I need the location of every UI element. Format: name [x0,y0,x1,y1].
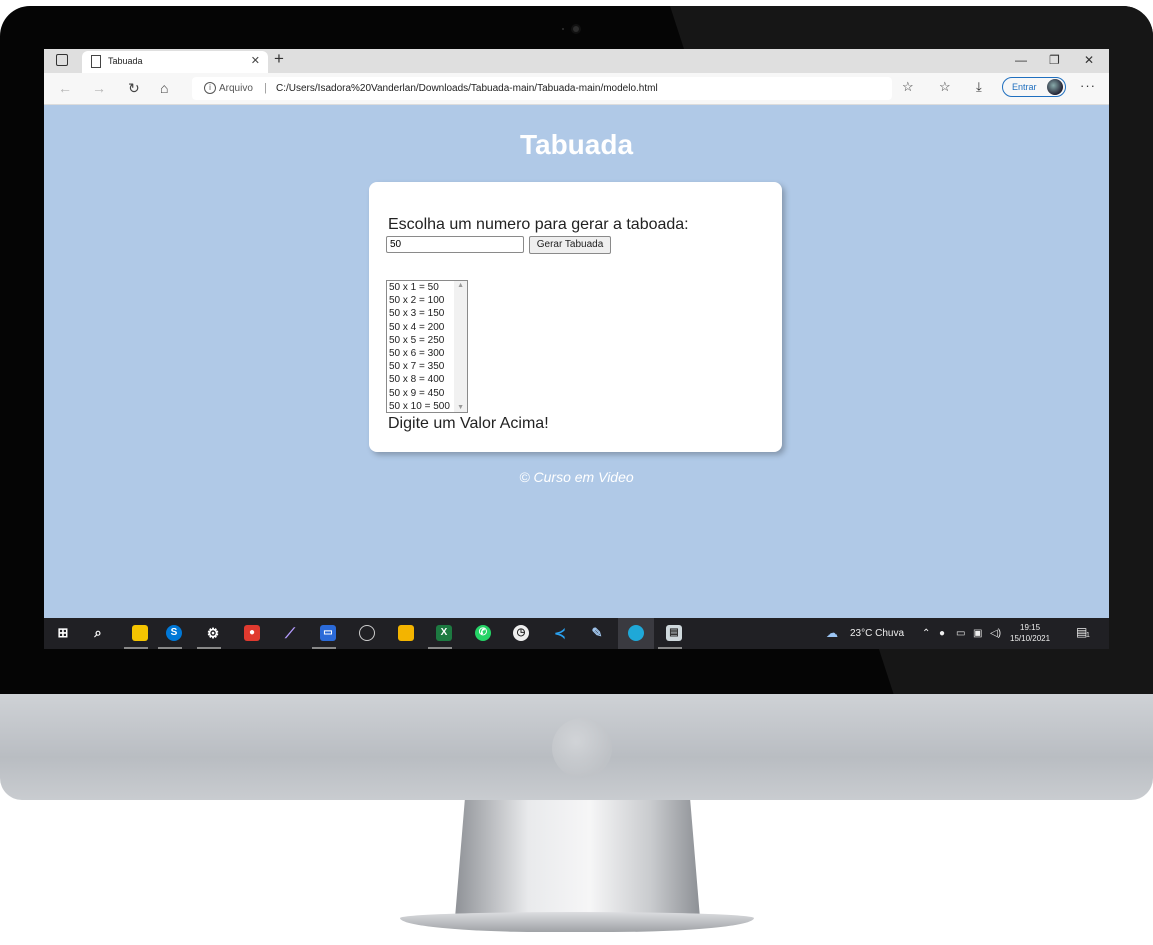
notepad-icon[interactable]: ✎ [589,625,605,641]
more-options-icon[interactable]: ··· [1080,78,1096,93]
clock-app-icon[interactable]: ◷ [513,625,529,641]
microphone-icon[interactable]: ● [939,628,945,639]
vscode-icon[interactable]: ≺ [552,625,568,641]
refresh-icon[interactable]: ↻ [128,80,140,97]
browser-tab[interactable]: Tabuada ✕ [82,51,268,73]
content-card: Escolha um numero para gerar a taboada: … [369,182,782,452]
running-indicator [158,647,182,649]
clock-time: 19:15 [1020,623,1041,632]
volume-icon[interactable]: ◁) [990,628,1001,639]
whatsapp-icon[interactable]: ✆ [475,625,491,641]
tab-title: Tabuada [108,56,143,66]
info-icon[interactable]: i [204,82,216,94]
generate-button[interactable]: Gerar Tabuada [529,236,611,254]
tab-close-icon[interactable]: ✕ [251,54,260,67]
monitor-stand [455,800,700,918]
file-explorer-icon[interactable] [398,625,414,641]
page-footer: © Curso em Video [519,469,634,485]
tab-actions-icon[interactable] [56,54,68,66]
settings-icon[interactable]: ⚙ [205,625,221,641]
tray-chevron-icon[interactable]: ⌃ [922,628,930,639]
weather-text[interactable]: 23°C Chuva [850,628,904,639]
running-indicator [312,647,336,649]
desktop-app-icon[interactable]: ▤ [666,625,682,641]
address-separator: | [264,82,267,94]
page-icon [91,55,101,68]
running-indicator [428,647,452,649]
status-message: Digite um Valor Acima! [388,415,549,432]
signin-button[interactable]: Entrar [1002,77,1066,97]
battery-icon[interactable]: ▭ [956,628,965,639]
signin-label: Entrar [1012,82,1037,92]
weather-icon[interactable]: ☁ [826,626,838,640]
new-tab-icon[interactable]: + [274,49,284,69]
taskbar: ⊞ ⌕ S ⚙ ● ⟋ ▭ X ✆ ◷ ≺ ✎ ▤ ☁ 23°C Chuva ⌃… [44,618,1109,649]
camera-icon [573,26,579,32]
clock-date: 15/10/2021 [1010,634,1051,643]
minimize-icon[interactable]: — [1015,53,1027,67]
obs-icon[interactable] [359,625,375,641]
network-icon[interactable]: ▣ [973,628,982,639]
forward-icon[interactable]: → [92,80,106,96]
back-icon[interactable]: ← [58,80,72,96]
downloads-icon[interactable]: ⤓ [976,79,982,95]
address-scheme: Arquivo [219,83,253,94]
number-input[interactable]: 50 [386,236,524,253]
camera-sensor [562,28,564,30]
result-select[interactable]: 50 x 1 = 50 50 x 2 = 100 50 x 3 = 150 50… [386,280,468,413]
clock[interactable]: 19:15 15/10/2021 [1010,622,1050,644]
add-favorite-icon[interactable]: ☆ [902,79,914,95]
scroll-up-icon[interactable]: ▲ [457,282,464,289]
start-icon[interactable]: ⊞ [55,625,71,641]
home-icon[interactable]: ⌂ [160,80,168,96]
address-url: C:/Users/Isadora%20Vanderlan/Downloads/T… [276,83,658,94]
screen-recorder-icon[interactable]: ● [244,625,260,641]
tab-bar: Tabuada ✕ + — ❐ ✕ [44,49,1109,73]
excel-icon[interactable]: X [436,625,452,641]
pen-app-icon[interactable]: ⟋ [282,625,298,641]
number-prompt: Escolha um numero para gerar a taboada: [388,216,689,233]
favorites-icon[interactable]: ☆ [939,79,951,95]
address-input[interactable]: i Arquivo | C:/Users/Isadora%20Vanderlan… [192,77,892,100]
screen: Tabuada ✕ + — ❐ ✕ ← → ↻ ⌂ i Arquivo | C:… [44,49,1109,649]
scroll-down-icon[interactable]: ▼ [457,404,464,411]
avatar [1047,79,1063,95]
skype-icon[interactable]: S [166,625,182,641]
search-icon[interactable]: ⌕ [90,625,106,641]
monitor-stand-base [400,912,754,932]
notification-count: 1 [1086,632,1090,639]
running-indicator [658,647,682,649]
edge-icon[interactable] [628,625,644,641]
running-indicator [124,647,148,649]
close-window-icon[interactable]: ✕ [1084,53,1094,67]
running-indicator [197,647,221,649]
monitor-app-icon[interactable]: ▭ [320,625,336,641]
page-title: Tabuada [519,129,634,160]
restore-icon[interactable]: ❐ [1049,53,1060,67]
sticky-notes-icon[interactable] [132,625,148,641]
address-bar-row: ← → ↻ ⌂ i Arquivo | C:/Users/Isadora%20V… [44,73,1109,105]
list-scrollbar[interactable]: ▲ ▼ [454,281,467,412]
monitor-logo-icon [552,718,612,778]
